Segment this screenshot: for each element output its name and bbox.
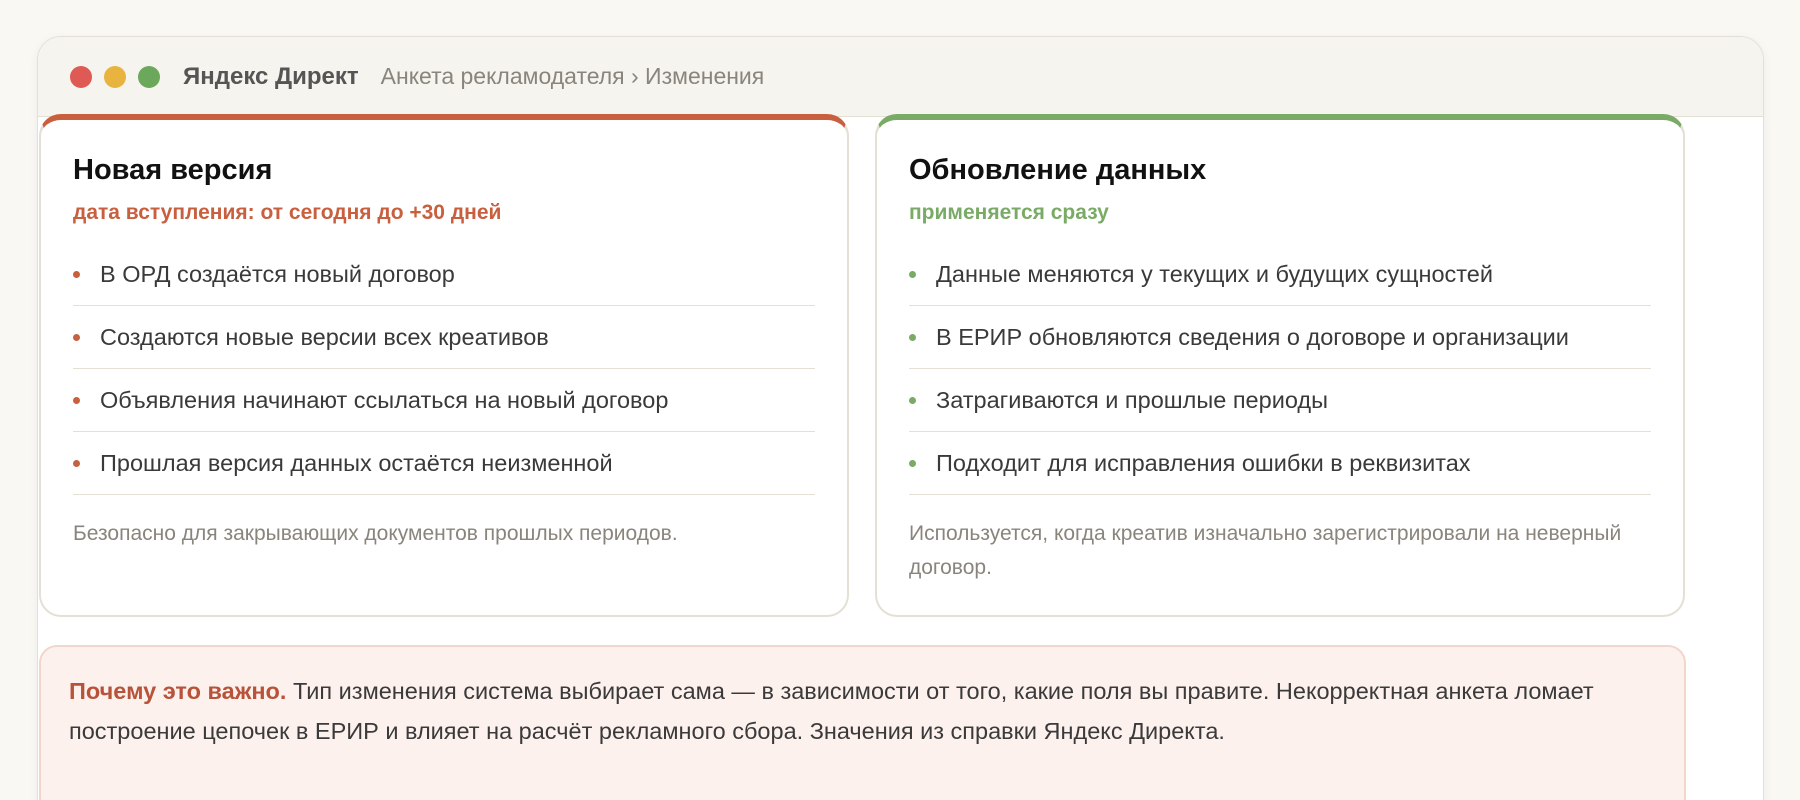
list-item-text: Объявления начинают ссылаться на новый д… xyxy=(100,386,669,413)
list-item-text: В ОРД создаётся новый договор xyxy=(100,260,455,287)
list-item: Прошлая версия данных остаётся неизменно… xyxy=(73,432,815,495)
bullet-icon xyxy=(909,459,916,467)
bullet-icon xyxy=(909,333,916,341)
card-note: Безопасно для закрывающих документов про… xyxy=(73,522,678,545)
list-item: Создаются новые версии всех креативов xyxy=(73,306,815,369)
list-item-text: Данные меняются у текущих и будущих сущн… xyxy=(936,260,1493,287)
breadcrumb: Анкета рекламодателя › Изменения xyxy=(380,63,765,89)
card-note: Используется, когда креатив изначально з… xyxy=(909,522,1622,579)
card-new-version: Новая версия дата вступления: от сегодня… xyxy=(39,114,849,617)
notice-heading: Почему это важно. xyxy=(69,678,287,704)
importance-notice: Почему это важно. Тип изменения система … xyxy=(39,645,1686,800)
title-bar: Яндекс Директ Анкета рекламодателя › Изм… xyxy=(38,37,1763,117)
list-item-text: В ЕРИР обновляются сведения о договоре и… xyxy=(936,323,1569,350)
bullet-icon xyxy=(73,396,80,404)
list-item-text: Создаются новые версии всех креативов xyxy=(100,323,549,350)
card-title: Обновление данных xyxy=(909,154,1207,186)
comparison-cards: Новая версия дата вступления: от сегодня… xyxy=(39,114,1686,617)
close-window-button[interactable] xyxy=(70,65,92,88)
list-item-text: Затрагиваются и прошлые периоды xyxy=(936,386,1328,413)
card-title: Новая версия xyxy=(73,154,273,186)
list-item-text: Подходит для исправления ошибки в реквиз… xyxy=(936,449,1471,476)
list-item-text: Прошлая версия данных остаётся неизменно… xyxy=(100,449,613,476)
app-name: Яндекс Директ xyxy=(183,62,359,90)
bullet-icon xyxy=(909,270,916,278)
list-item: В ЕРИР обновляются сведения о договоре и… xyxy=(909,306,1651,369)
card-data-update: Обновление данных применяется сразу Данн… xyxy=(875,114,1685,617)
list-item: Объявления начинают ссылаться на новый д… xyxy=(73,369,815,432)
card-item-list: Данные меняются у текущих и будущих сущн… xyxy=(909,243,1651,495)
list-item: В ОРД создаётся новый договор xyxy=(73,243,815,306)
list-item: Данные меняются у текущих и будущих сущн… xyxy=(909,243,1651,306)
list-item: Затрагиваются и прошлые периоды xyxy=(909,369,1651,432)
notice-text: Тип изменения система выбирает сама — в … xyxy=(69,678,1594,744)
bullet-icon xyxy=(73,270,80,278)
card-subtitle: применяется сразу xyxy=(909,201,1109,224)
card-item-list: В ОРД создаётся новый договор Создаются … xyxy=(73,243,815,495)
bullet-icon xyxy=(909,396,916,404)
bullet-icon xyxy=(73,333,80,341)
bullet-icon xyxy=(73,459,80,467)
maximize-window-button[interactable] xyxy=(138,65,160,88)
list-item: Подходит для исправления ошибки в реквиз… xyxy=(909,432,1651,495)
card-subtitle: дата вступления: от сегодня до +30 дней xyxy=(73,201,502,224)
minimize-window-button[interactable] xyxy=(104,65,126,88)
